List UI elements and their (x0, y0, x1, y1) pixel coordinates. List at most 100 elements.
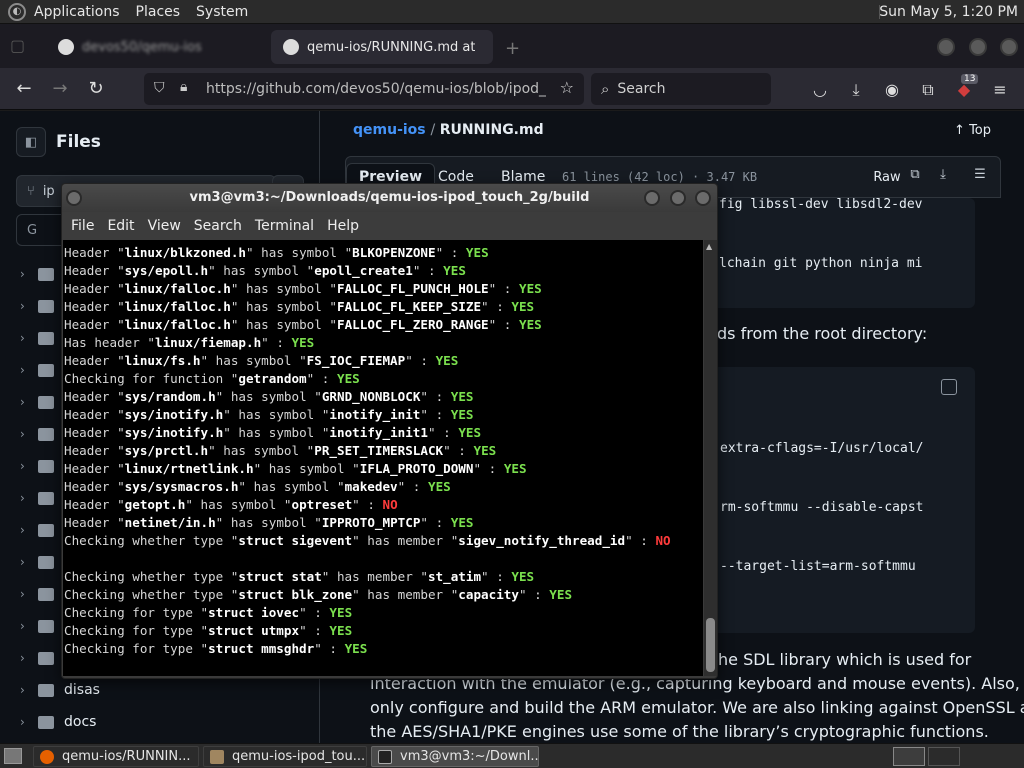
raw-button[interactable]: Raw (870, 163, 904, 191)
menu-help[interactable]: Help (327, 218, 359, 234)
outline-list-icon[interactable]: ☰ (971, 167, 989, 185)
menu-terminal[interactable]: Terminal (255, 218, 314, 234)
chevron-right-icon[interactable]: › (20, 523, 38, 537)
terminal-title-bar[interactable]: vm3@vm3:~/Downloads/qemu-ios-ipod_touch_… (62, 184, 717, 212)
task-firefox[interactable]: qemu-ios/RUNNIN... (33, 746, 199, 767)
browser-tab-bar: devos50/qemu-ios qemu-ios/RUNNING.md at … (0, 24, 1024, 68)
folder-icon (38, 459, 54, 473)
terminal-minimize-button[interactable] (644, 190, 660, 206)
workspace-2[interactable] (928, 747, 960, 766)
chevron-right-icon[interactable]: › (20, 715, 38, 729)
pocket-icon[interactable]: ◡ (810, 80, 830, 99)
file-tree-label: disas (64, 682, 100, 698)
scroll-up-arrow-icon[interactable]: ▲ (706, 242, 712, 251)
show-desktop-icon[interactable] (4, 748, 22, 764)
chevron-right-icon[interactable]: › (20, 555, 38, 569)
arrow-up-icon: ↑ (954, 123, 965, 138)
lock-icon[interactable]: 🔒︎ (180, 79, 187, 95)
window-close-button[interactable] (1000, 38, 1018, 56)
menu-search[interactable]: Search (194, 218, 242, 234)
terminal-line: Header "sys/inotify.h" has symbol "inoti… (64, 407, 474, 422)
sidebar-collapse-icon[interactable]: ◧ (16, 127, 46, 157)
menu-file[interactable]: File (71, 218, 94, 234)
chevron-right-icon[interactable]: › (20, 491, 38, 505)
folder-icon (38, 331, 54, 345)
file-tree-item[interactable]: › disas (20, 675, 310, 705)
folder-icon (38, 491, 54, 505)
task-terminal[interactable]: vm3@vm3:~/Downl... (371, 746, 539, 767)
terminal-icon (378, 749, 392, 764)
folder-icon (38, 395, 54, 409)
tab-devos50-qemu-ios[interactable]: devos50/qemu-ios (46, 30, 264, 64)
terminal-line: Checking whether type "struct sigevent" … (64, 533, 671, 548)
url-bar[interactable]: ⛉ 🔒︎ https://github.com/devos50/qemu-ios… (144, 73, 584, 105)
tab-running-md[interactable]: qemu-ios/RUNNING.md at (271, 30, 493, 64)
clock[interactable]: Sun May 5, 1:20 PM (879, 4, 1024, 20)
window-menu-button[interactable] (66, 190, 82, 206)
task-file-manager[interactable]: qemu-ios-ipod_tou... (203, 746, 367, 767)
code-line: lchain git python ninja mi (719, 256, 923, 271)
breadcrumb-repo-link[interactable]: qemu-ios (353, 122, 426, 138)
terminal-scrollbar[interactable]: ▲ (704, 240, 717, 676)
search-input[interactable]: ⌕ Search (591, 73, 771, 105)
file-tree-item[interactable]: › docs (20, 707, 310, 737)
window-minimize-button[interactable] (937, 38, 955, 56)
task-label: vm3@vm3:~/Downl... (400, 749, 539, 764)
chevron-right-icon[interactable]: › (20, 683, 38, 697)
chevron-right-icon[interactable]: › (20, 299, 38, 313)
terminal-close-button[interactable] (695, 190, 711, 206)
breadcrumb-file: RUNNING.md (439, 122, 544, 138)
terminal-maximize-button[interactable] (670, 190, 686, 206)
menu-edit[interactable]: Edit (107, 218, 134, 234)
menu-view[interactable]: View (148, 218, 181, 234)
chevron-right-icon[interactable]: › (20, 619, 38, 633)
download-icon[interactable]: ⤓ (846, 80, 866, 100)
terminal-title: vm3@vm3:~/Downloads/qemu-ios-ipod_touch_… (189, 190, 590, 205)
top-button[interactable]: ↑ Top (954, 123, 991, 138)
chevron-right-icon[interactable]: › (20, 427, 38, 441)
reload-icon[interactable]: ↻ (84, 78, 108, 99)
menu-system[interactable]: System (188, 4, 256, 20)
chevron-right-icon[interactable]: › (20, 587, 38, 601)
shield-icon[interactable]: ⛉ (154, 80, 165, 96)
menu-hamburger-icon[interactable]: ≡ (990, 80, 1010, 99)
copy-code-icon[interactable] (941, 379, 957, 395)
terminal-output[interactable]: Header "linux/blkzoned.h" has symbol "BL… (63, 240, 703, 676)
git-branch-icon: ⑂ (27, 183, 35, 199)
distro-logo-icon[interactable]: ◐ (8, 2, 26, 21)
md-paragraph-line: the AES/SHA1/PKE engines use some of the… (370, 722, 989, 741)
chevron-right-icon[interactable]: › (20, 331, 38, 345)
url-text[interactable]: https://github.com/devos50/qemu-ios/blob… (206, 81, 546, 97)
chevron-right-icon[interactable]: › (20, 651, 38, 665)
chevron-right-icon[interactable]: › (20, 363, 38, 377)
firefox-view-icon[interactable]: ▢ (10, 36, 25, 55)
new-tab-plus-icon[interactable]: + (505, 38, 520, 59)
back-arrow-icon[interactable]: ← (12, 78, 36, 99)
copy-raw-icon[interactable]: ⧉ (906, 167, 924, 185)
terminal-window[interactable]: vm3@vm3:~/Downloads/qemu-ios-ipod_touch_… (61, 183, 718, 679)
window-maximize-button[interactable] (969, 38, 987, 56)
terminal-line: Checking for type "struct utmpx" : YES (64, 623, 353, 638)
menu-places[interactable]: Places (128, 4, 189, 20)
extensions-icon[interactable]: ⧉ (918, 80, 938, 100)
chevron-right-icon[interactable]: › (20, 267, 38, 281)
terminal-line: Header "linux/fs.h" has symbol "FS_IOC_F… (64, 353, 459, 368)
md-paragraph-line: only configure and build the ARM emulato… (370, 698, 1024, 717)
menu-applications[interactable]: Applications (26, 4, 128, 20)
md-paragraph-line: he SDL library which is used for (718, 650, 972, 669)
folder-icon (38, 587, 54, 601)
forward-arrow-icon[interactable]: → (48, 78, 72, 99)
scrollbar-thumb[interactable] (706, 618, 715, 672)
chevron-right-icon[interactable]: › (20, 395, 38, 409)
folder-icon (38, 299, 54, 313)
terminal-line: Header "linux/blkzoned.h" has symbol "BL… (64, 245, 489, 260)
bookmark-star-icon[interactable]: ☆ (560, 78, 574, 97)
ublock-badge: 13 (961, 74, 979, 84)
terminal-line: Header "linux/falloc.h" has symbol "FALL… (64, 281, 542, 296)
files-title: Files (56, 132, 101, 152)
download-raw-icon[interactable]: ⤓ (934, 167, 952, 185)
chevron-right-icon[interactable]: › (20, 459, 38, 473)
workspace-1[interactable] (893, 747, 925, 766)
account-icon[interactable]: ◉ (882, 80, 902, 99)
